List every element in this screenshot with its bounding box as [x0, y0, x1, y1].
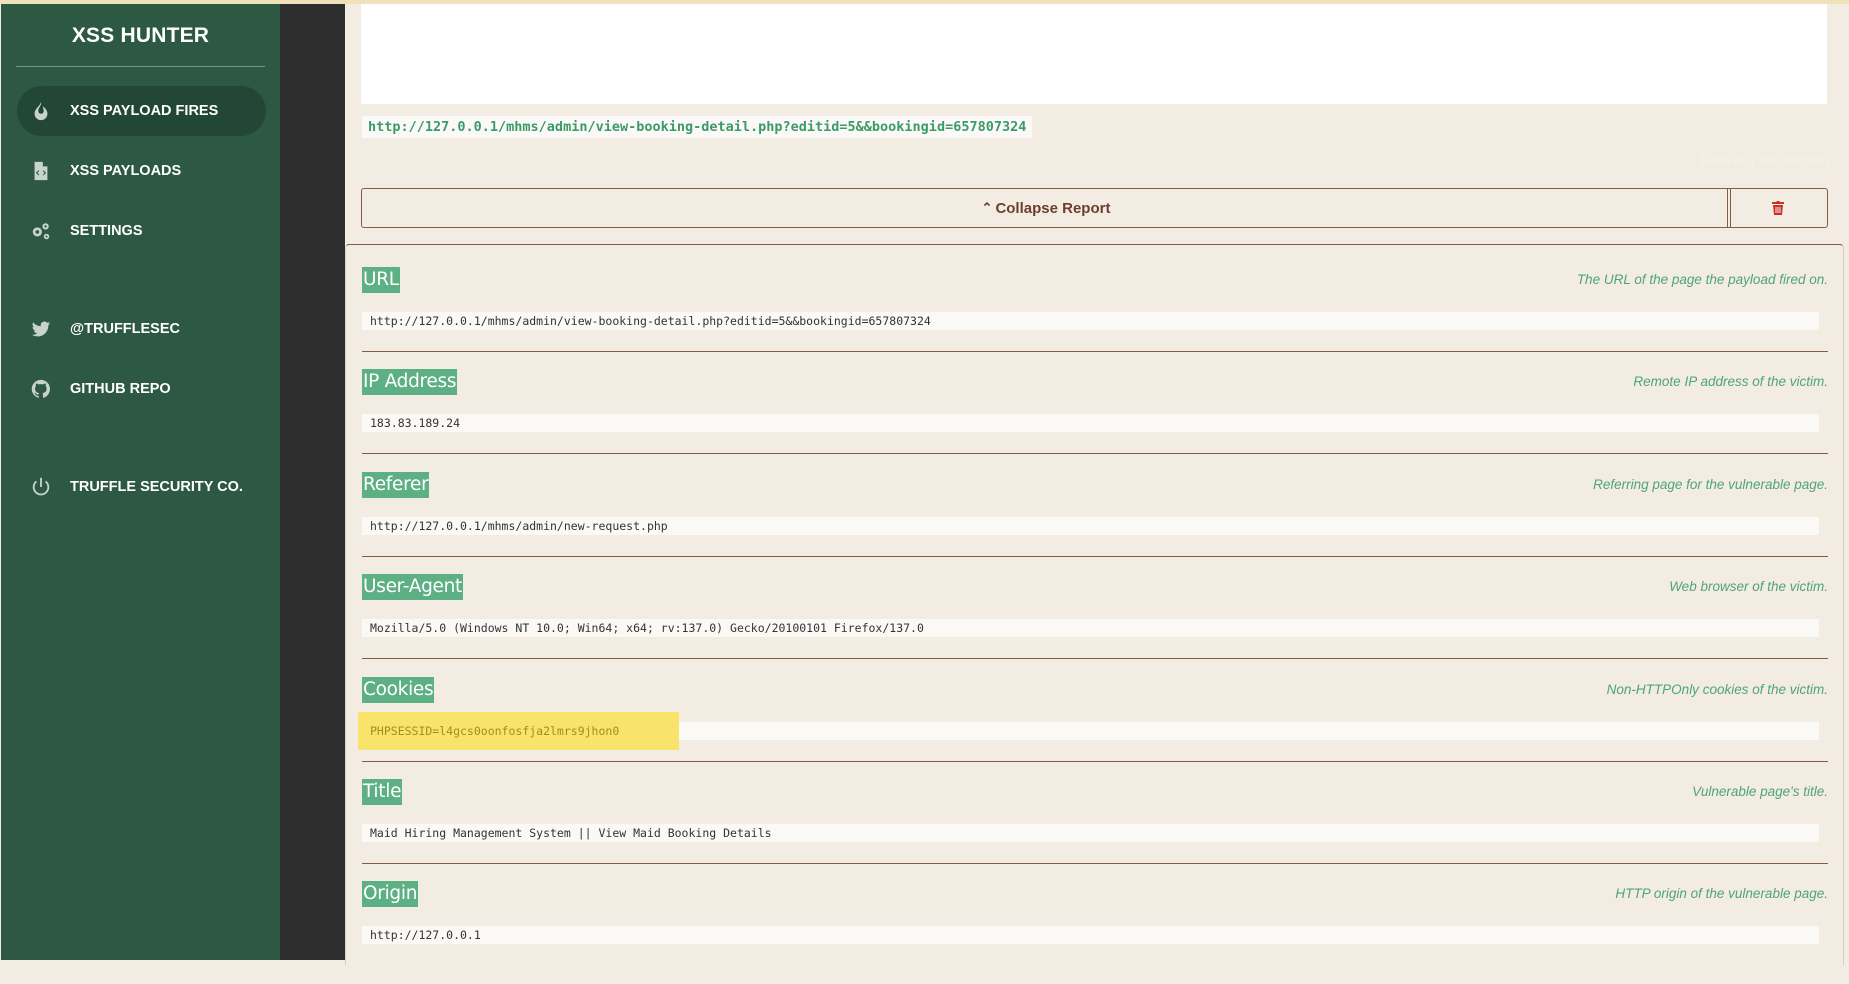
fire-url: http://127.0.0.1/mhms/admin/view-booking…	[362, 116, 1033, 138]
section-description: The URL of the page the payload fired on…	[1576, 272, 1828, 287]
collapse-report-label: Collapse Report	[995, 199, 1111, 217]
github-icon	[28, 376, 54, 402]
report-details: URL The URL of the page the payload fire…	[345, 244, 1844, 965]
sidebar-item-truffle-security[interactable]: TRUFFLE SECURITY CO.	[17, 462, 266, 512]
section-value[interactable]: 183.83.189.24	[362, 414, 1819, 432]
section-divider	[362, 453, 1828, 454]
sidebar-item-payload-fires[interactable]: XSS PAYLOAD FIRES	[17, 86, 266, 136]
report-section-ip-address: IP Address Remote IP address of the vict…	[362, 369, 1828, 472]
section-description: Referring page for the vulnerable page.	[1593, 477, 1828, 492]
sidebar-gutter	[280, 4, 345, 960]
section-description: Web browser of the victim.	[1669, 579, 1828, 594]
section-divider	[362, 556, 1828, 557]
sidebar-item-label: @TRUFFLESEC	[70, 321, 180, 337]
section-divider	[362, 658, 1828, 659]
sidebar-item-twitter[interactable]: @TRUFFLESEC	[17, 304, 266, 354]
section-description: Remote IP address of the victim.	[1633, 374, 1828, 389]
section-value[interactable]: http://127.0.0.1/mhms/admin/new-request.…	[362, 517, 1819, 535]
sidebar-item-label: GITHUB REPO	[70, 381, 171, 397]
report-section-referer: Referer Referring page for the vulnerabl…	[362, 472, 1828, 575]
section-description: HTTP origin of the vulnerable page.	[1615, 886, 1828, 901]
chevron-double-up-icon: ⌃	[981, 200, 993, 215]
sidebar-item-label: XSS PAYLOADS	[70, 163, 182, 179]
report-section-title: Title Vulnerable page's title. Maid Hiri…	[362, 779, 1828, 882]
section-value-highlighted[interactable]: PHPSESSID=l4gcs0oonfosfja2lmrs9jhon0	[358, 712, 1819, 750]
sidebar-item-settings[interactable]: SETTINGS	[17, 206, 266, 256]
fired-timestamp: Fired in a few seconds	[1700, 153, 1831, 168]
section-description: Vulnerable page's title.	[1692, 784, 1828, 799]
sidebar-item-label: SETTINGS	[70, 223, 143, 239]
report-section-user-agent: User-Agent Web browser of the victim. Mo…	[362, 574, 1828, 677]
app-title: XSS HUNTER	[71, 24, 210, 47]
delete-report-button[interactable]	[1727, 188, 1828, 228]
sidebar: XSS HUNTER XSS PAYLOAD FIRES XSS PAYLOAD…	[1, 4, 280, 960]
section-value[interactable]: http://127.0.0.1	[362, 926, 1819, 944]
report-section-origin: Origin HTTP origin of the vulnerable pag…	[362, 881, 1828, 984]
section-title: IP Address	[362, 369, 458, 395]
main-content: http://127.0.0.1/mhms/admin/view-booking…	[345, 4, 1849, 965]
section-divider	[362, 351, 1828, 352]
power-icon	[28, 474, 54, 500]
gears-icon	[28, 218, 54, 244]
sidebar-divider	[16, 66, 265, 67]
section-value[interactable]: http://127.0.0.1/mhms/admin/view-booking…	[362, 312, 1819, 330]
sidebar-item-label: TRUFFLE SECURITY CO.	[70, 479, 243, 495]
sidebar-item-payloads[interactable]: XSS PAYLOADS	[17, 146, 266, 196]
section-title: Origin	[362, 881, 419, 907]
section-value[interactable]: Mozilla/5.0 (Windows NT 10.0; Win64; x64…	[362, 619, 1819, 637]
code-file-icon	[28, 158, 54, 184]
section-divider	[362, 761, 1828, 762]
sidebar-item-label: XSS PAYLOAD FIRES	[70, 103, 219, 119]
report-section-cookies: Cookies Non-HTTPOnly cookies of the vict…	[358, 677, 1828, 780]
sidebar-item-github[interactable]: GITHUB REPO	[17, 364, 266, 414]
section-title: User-Agent	[362, 574, 464, 600]
section-title: Title	[362, 779, 403, 805]
twitter-icon	[28, 316, 54, 342]
trash-icon	[1771, 201, 1784, 215]
flame-icon	[28, 98, 54, 124]
section-title: Cookies	[362, 677, 435, 703]
section-divider	[362, 863, 1828, 864]
collapse-report-button[interactable]: ⌃ Collapse Report	[361, 188, 1731, 228]
screenshot-preview	[361, 4, 1827, 104]
section-title: Referer	[362, 472, 430, 498]
section-value[interactable]: Maid Hiring Management System || View Ma…	[362, 824, 1819, 842]
section-description: Non-HTTPOnly cookies of the victim.	[1606, 682, 1828, 697]
report-section-url: URL The URL of the page the payload fire…	[362, 267, 1828, 370]
section-title: URL	[362, 267, 400, 293]
